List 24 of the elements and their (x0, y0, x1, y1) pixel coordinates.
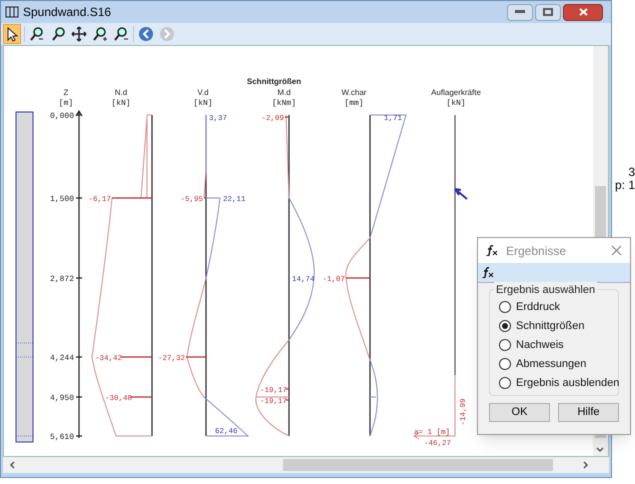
column-header: Auflagerkräfte (431, 88, 481, 97)
column-header: N.d (114, 88, 128, 97)
group-label: Ergebnis auswählen (494, 282, 598, 298)
depth-value: 4,244 (50, 354, 74, 363)
column-unit: [kN] (193, 99, 213, 108)
column-header: M.d (277, 88, 291, 97)
column-unit: [kNm] (272, 99, 296, 108)
depth-value: 1,500 (50, 195, 74, 204)
window-title: Spundwand.S16 (23, 4, 112, 21)
dialog-title: Ergebnisse (506, 242, 566, 260)
axis-unit: [m] (58, 99, 74, 108)
depth-value: 5,610 (50, 433, 74, 442)
depth-value: 0,000 (50, 112, 74, 121)
column-header: V.d (197, 88, 209, 97)
column-header: W.char (342, 88, 366, 97)
column-unit: [mm] (344, 99, 364, 108)
column-unit: [kN] (111, 99, 131, 108)
diagram-title: Schnittgrößen (246, 77, 302, 86)
side-text: 3 (628, 166, 635, 179)
depth-value: 2,872 (50, 275, 74, 284)
depth-value: 4,950 (50, 394, 74, 403)
column-unit: [kN] (446, 99, 466, 108)
side-text: p: 1 (614, 179, 635, 192)
axis-label: Z (64, 88, 68, 97)
